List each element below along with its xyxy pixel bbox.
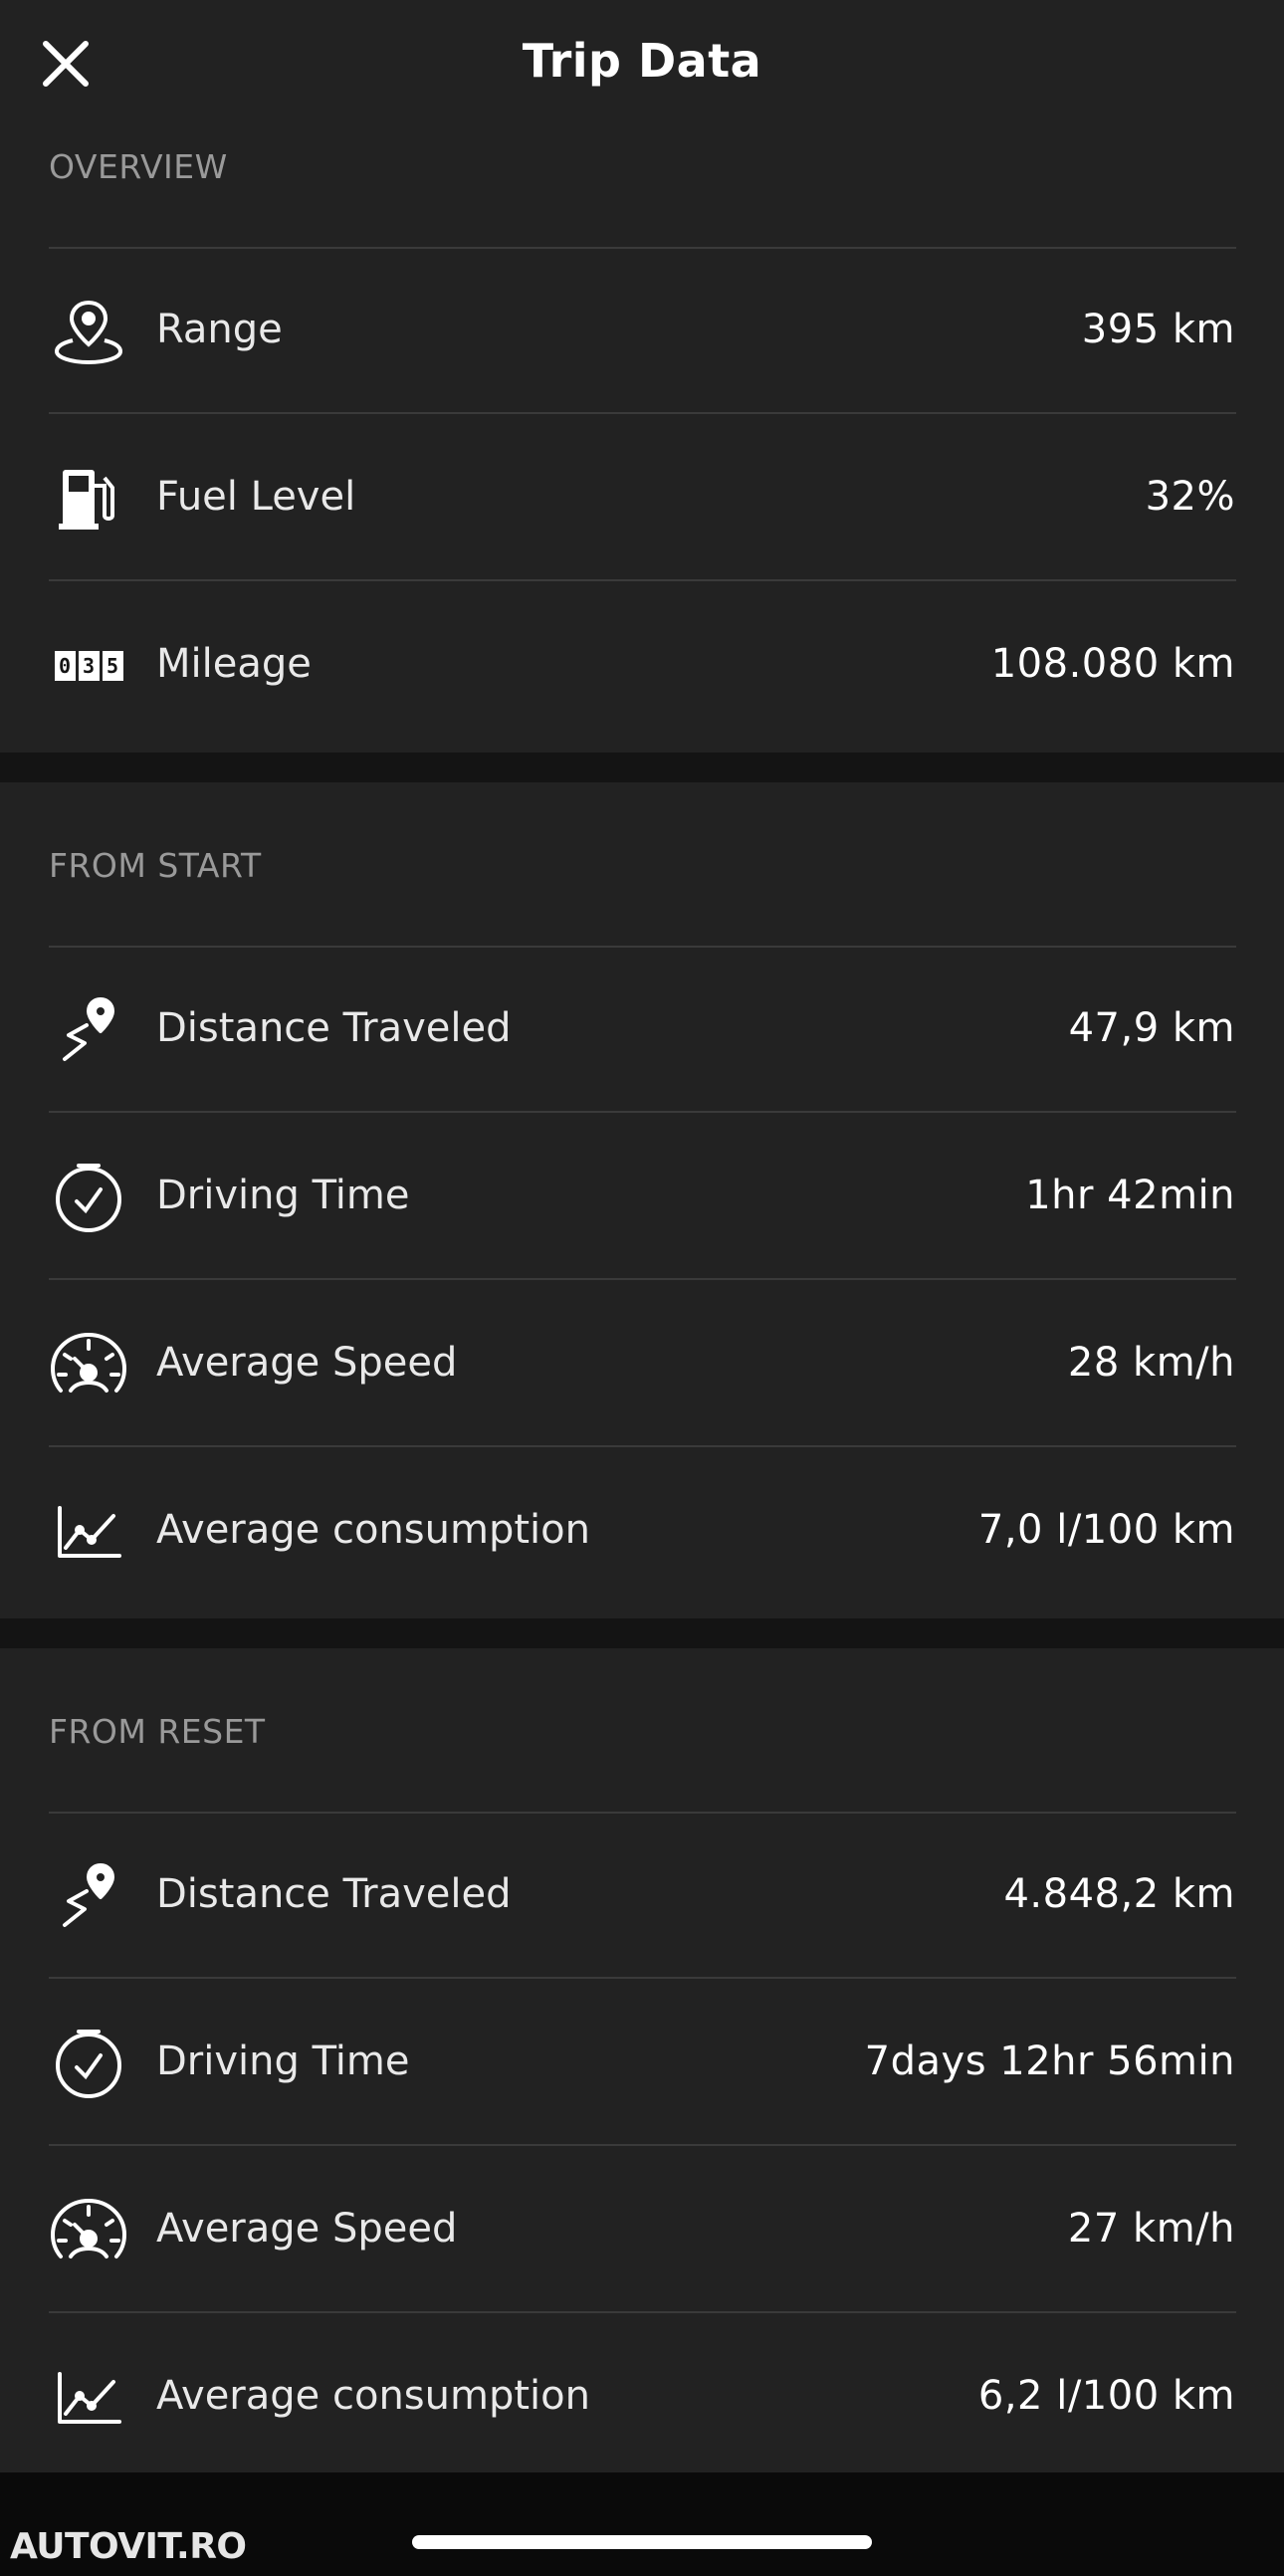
odometer-icon: 0 3 5 [49,630,128,702]
row-driving-time[interactable]: Driving Time 7days 12hr 56min [0,1981,1284,2146]
row-range[interactable]: Range 395 km [0,249,1284,414]
row-driving-time[interactable]: Driving Time 1hr 42min [0,1115,1284,1280]
odometer-digit: 3 [78,651,100,681]
consumption-chart-icon [49,1496,128,1568]
row-value: 1hr 42min [1025,1173,1235,1218]
row-distance-traveled[interactable]: Distance Traveled 47,9 km [0,948,1284,1113]
consumption-chart-icon [49,2362,128,2434]
row-label: Average Speed [156,1340,458,1386]
row-value: 32% [1145,474,1235,520]
section-label-overview: OVERVIEW [49,147,228,186]
speedometer-icon [49,1329,128,1400]
from-start-section: FROM START Distance Traveled 47,9 km Dri… [0,782,1284,1618]
page-title: Trip Data [522,34,762,88]
from-reset-section: FROM RESET Distance Traveled 4.848,2 km … [0,1648,1284,2472]
section-label-from-start: FROM START [49,846,262,885]
row-average-speed[interactable]: Average Speed 28 km/h [0,1282,1284,1447]
row-divider [49,579,1236,581]
row-divider [49,412,1236,414]
row-divider [49,2311,1236,2313]
row-label: Driving Time [156,1173,410,1218]
speedometer-icon [49,2195,128,2266]
row-average-consumption[interactable]: Average consumption 7,0 l/100 km [0,1449,1284,1614]
row-label: Distance Traveled [156,1005,512,1051]
row-value: 28 km/h [1067,1340,1235,1386]
row-value: 108.080 km [990,641,1235,687]
row-divider [49,1445,1236,1447]
row-value: 395 km [1081,307,1235,352]
section-label-from-reset: FROM RESET [49,1712,266,1751]
row-value: 6,2 l/100 km [977,2373,1235,2419]
row-label: Driving Time [156,2039,410,2084]
overview-section: OVERVIEW Range 395 km Fuel Level 32% 0 3… [0,139,1284,752]
row-label: Distance Traveled [156,1871,512,1917]
row-value: 7days 12hr 56min [864,2039,1235,2084]
row-value: 7,0 l/100 km [977,1507,1235,1553]
row-average-consumption[interactable]: Average consumption 6,2 l/100 km [0,2315,1284,2472]
watermark-logo: AUTOVIT.RO [10,2526,247,2567]
row-fuel-level[interactable]: Fuel Level 32% [0,416,1284,581]
row-divider [49,2144,1236,2146]
row-mileage[interactable]: 0 3 5 Mileage 108.080 km [0,583,1284,749]
row-divider [49,1278,1236,1280]
row-label: Average consumption [156,1507,590,1553]
fuel-pump-icon [49,463,128,535]
header-bar: Trip Data [0,0,1284,139]
row-divider [49,1111,1236,1113]
row-label: Mileage [156,641,312,687]
row-average-speed[interactable]: Average Speed 27 km/h [0,2148,1284,2313]
row-value: 47,9 km [1068,1005,1235,1051]
location-pin-icon [49,296,128,367]
row-label: Fuel Level [156,474,356,520]
row-value: 27 km/h [1067,2206,1235,2252]
row-distance-traveled[interactable]: Distance Traveled 4.848,2 km [0,1814,1284,1979]
row-divider [49,1977,1236,1979]
odometer-digit: 5 [102,651,123,681]
row-label: Average consumption [156,2373,590,2419]
route-distance-icon [49,1860,128,1932]
row-label: Range [156,307,283,352]
clock-icon [49,2028,128,2099]
odometer-digit: 0 [54,651,76,681]
route-distance-icon [49,994,128,1066]
clock-icon [49,1162,128,1233]
row-label: Average Speed [156,2206,458,2252]
row-value: 4.848,2 km [1003,1871,1235,1917]
home-indicator[interactable] [412,2535,872,2549]
